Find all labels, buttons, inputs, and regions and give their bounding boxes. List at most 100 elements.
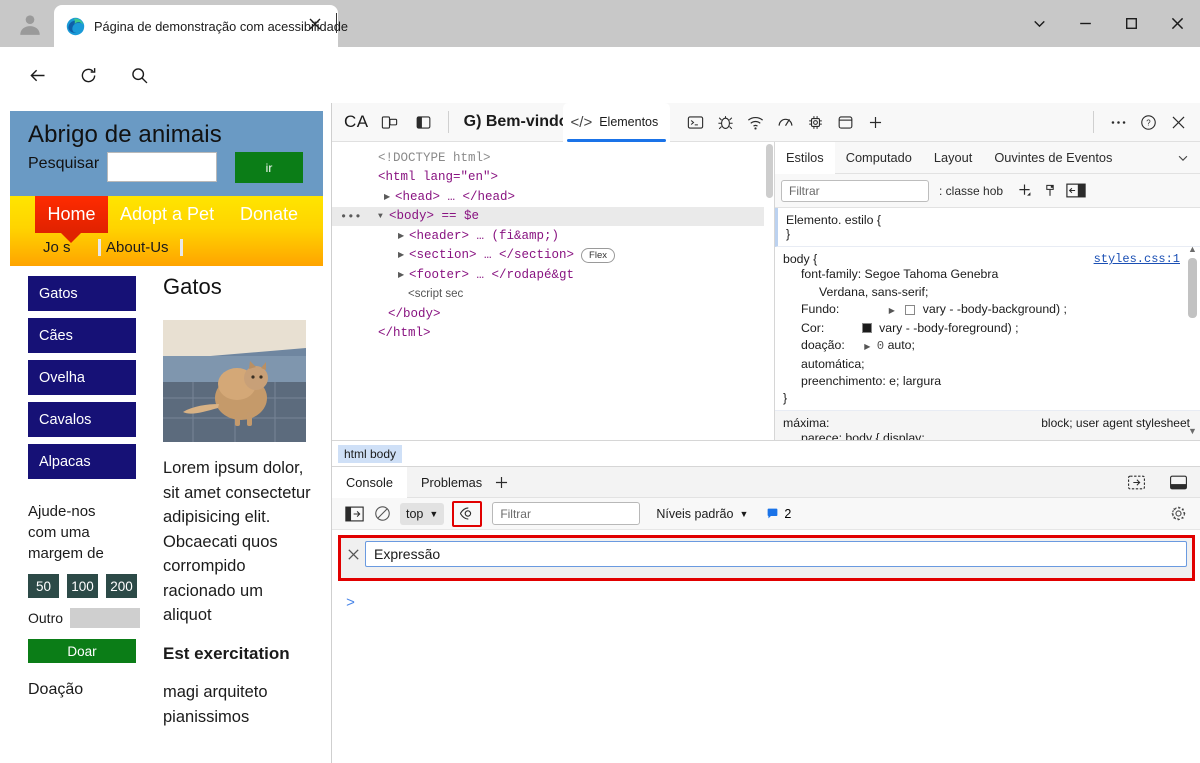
styles-filter-input[interactable]: Filtrar: [781, 179, 929, 202]
search-submit-button[interactable]: ir: [235, 152, 303, 183]
tab-close-icon[interactable]: [307, 16, 323, 32]
category-item-ovelha[interactable]: Ovelha: [28, 360, 136, 395]
amount-button-200[interactable]: 200: [106, 574, 137, 598]
console-sidebar-icon[interactable]: [340, 501, 368, 527]
browser-tab[interactable]: Página de demonstração com acessibilidad…: [54, 5, 348, 47]
style-prop[interactable]: parece; body { display:: [783, 430, 1192, 441]
tab-computado[interactable]: Computado: [835, 142, 923, 174]
dom-line[interactable]: ▶ <section> … </section> Flex: [332, 246, 774, 266]
network-wifi-icon[interactable]: [740, 107, 770, 137]
console-message-count[interactable]: 2: [766, 507, 791, 521]
style-prop[interactable]: automática;: [783, 356, 1192, 374]
styles-scrollbar-thumb[interactable]: [1188, 258, 1197, 318]
dom-line[interactable]: ▶ <header> … (fi&amp;): [332, 226, 774, 246]
back-arrow-icon[interactable]: [21, 59, 53, 91]
amount-button-50[interactable]: 50: [28, 574, 59, 598]
search-icon[interactable]: [123, 59, 155, 91]
tab-problemas[interactable]: Problemas: [407, 467, 496, 498]
styles-scrollbar[interactable]: ▲ ▼: [1187, 244, 1198, 436]
new-style-rule-icon[interactable]: [1011, 179, 1037, 203]
dom-tree-panel[interactable]: <!DOCTYPE html> <html lang="en"> ▶ <head…: [332, 142, 775, 440]
expand-triangle-icon[interactable]: ▶: [864, 338, 870, 356]
expand-triangle-icon[interactable]: ▶: [398, 250, 409, 260]
style-prop-cor[interactable]: Cor: vary - -body-foreground) ;: [783, 320, 1192, 338]
nav-item-jobs[interactable]: Jo s: [43, 239, 71, 256]
profile-avatar-icon[interactable]: [12, 6, 48, 42]
tab-estilos[interactable]: Estilos: [775, 142, 835, 174]
category-item-cavalos[interactable]: Cavalos: [28, 402, 136, 437]
style-prop-doacao[interactable]: doação: ▶ 0 auto;: [783, 337, 1192, 356]
console-levels-select[interactable]: Níveis padrão ▼: [656, 507, 748, 521]
nav-item-about[interactable]: About-Us: [106, 239, 169, 256]
dom-line[interactable]: </html>: [332, 324, 774, 344]
toggle-drawer-icon[interactable]: [1121, 467, 1151, 497]
dom-line[interactable]: </body>: [332, 304, 774, 324]
console-context-select[interactable]: top ▼: [400, 502, 445, 525]
minimize-button[interactable]: [1062, 0, 1108, 47]
collapse-triangle-icon[interactable]: ▼: [378, 212, 389, 221]
breadcrumb-item[interactable]: html body: [338, 444, 403, 463]
dom-line[interactable]: <html lang="en">: [332, 168, 774, 188]
dom-scrollbar-thumb[interactable]: [766, 144, 773, 198]
scroll-down-arrow-icon[interactable]: ▼: [1187, 426, 1198, 436]
dom-line[interactable]: <!DOCTYPE html>: [332, 148, 774, 168]
category-item-alpacas[interactable]: Alpacas: [28, 444, 136, 479]
donate-submit-button[interactable]: Doar: [28, 639, 136, 663]
reload-icon[interactable]: [72, 59, 104, 91]
dock-bottom-icon[interactable]: [1163, 467, 1193, 497]
debugger-bug-icon[interactable]: [710, 107, 740, 137]
color-swatch[interactable]: [861, 323, 872, 334]
scroll-up-arrow-icon[interactable]: ▲: [1187, 244, 1198, 254]
tab-layout[interactable]: Layout: [923, 142, 983, 174]
dom-line-selected[interactable]: ••• ▼ <body> == $e: [332, 206, 774, 226]
close-live-expression-icon[interactable]: [341, 540, 365, 568]
dom-line[interactable]: <script sec: [332, 285, 774, 305]
element-classes-icon[interactable]: [1037, 179, 1063, 203]
live-expression-input[interactable]: Expressão: [365, 541, 1187, 567]
tab-welcome[interactable]: G) Bem-vindo: [464, 113, 569, 131]
clear-console-icon[interactable]: [368, 501, 396, 527]
performance-gauge-icon[interactable]: [770, 107, 800, 137]
computed-sidebar-icon[interactable]: [1063, 179, 1089, 203]
tab-ouvintes-eventos[interactable]: Ouvintes de Eventos: [983, 142, 1123, 174]
style-prop-fundo[interactable]: Fundo: ▶ vary - -body-background) ;: [783, 301, 1192, 320]
styles-tabs-chevron-icon[interactable]: [1176, 151, 1190, 170]
nav-item-home[interactable]: Home: [35, 196, 108, 243]
style-rule-body[interactable]: body { styles.css:1 font-family: Segoe T…: [775, 247, 1200, 411]
dock-side-icon[interactable]: [409, 107, 439, 137]
device-toolbar-icon[interactable]: [375, 107, 405, 137]
color-swatch[interactable]: [905, 304, 916, 315]
page-search-input[interactable]: [107, 152, 217, 182]
style-source-link[interactable]: styles.css:1: [1094, 252, 1180, 266]
more-tools-icon[interactable]: [1103, 107, 1133, 137]
other-amount-input[interactable]: [70, 608, 141, 628]
expand-triangle-icon[interactable]: ▶: [384, 192, 395, 202]
tab-console[interactable]: Console: [332, 466, 407, 498]
help-question-icon[interactable]: ?: [1133, 107, 1163, 137]
dom-line[interactable]: ▶ <head> … </head>: [332, 187, 774, 207]
live-expression-eye-icon[interactable]: [452, 500, 483, 527]
console-terminal-icon[interactable]: [680, 107, 710, 137]
tab-actions-chevron-icon[interactable]: [1016, 0, 1062, 47]
styles-hov-toggle[interactable]: : classe hob: [939, 184, 1003, 198]
memory-chip-icon[interactable]: [800, 107, 830, 137]
tab-elements[interactable]: </> Elementos: [562, 102, 671, 142]
flex-badge[interactable]: Flex: [581, 247, 615, 263]
expand-triangle-icon[interactable]: ▶: [889, 302, 895, 320]
style-prop[interactable]: font-family: Segoe Tahoma Genebra: [783, 266, 1192, 284]
close-window-button[interactable]: [1154, 0, 1200, 47]
console-filter-input[interactable]: Filtrar: [492, 502, 641, 525]
add-drawer-tab-icon[interactable]: [486, 467, 516, 497]
style-prop[interactable]: Verdana, sans-serif;: [783, 284, 1192, 302]
maximize-button[interactable]: [1108, 0, 1154, 47]
expand-triangle-icon[interactable]: ▶: [398, 270, 409, 280]
category-item-caes[interactable]: Cães: [28, 318, 136, 353]
nav-item-donate[interactable]: Donate: [240, 204, 298, 225]
nav-item-adopt[interactable]: Adopt a Pet: [120, 204, 214, 225]
add-panel-plus-icon[interactable]: [860, 107, 890, 137]
dom-scrollbar[interactable]: [764, 142, 774, 440]
dom-breadcrumb[interactable]: html body: [332, 440, 1200, 467]
dom-line[interactable]: ▶ <footer> … </rodapé&gt: [332, 265, 774, 285]
amount-button-100[interactable]: 100: [67, 574, 98, 598]
application-window-icon[interactable]: [830, 107, 860, 137]
